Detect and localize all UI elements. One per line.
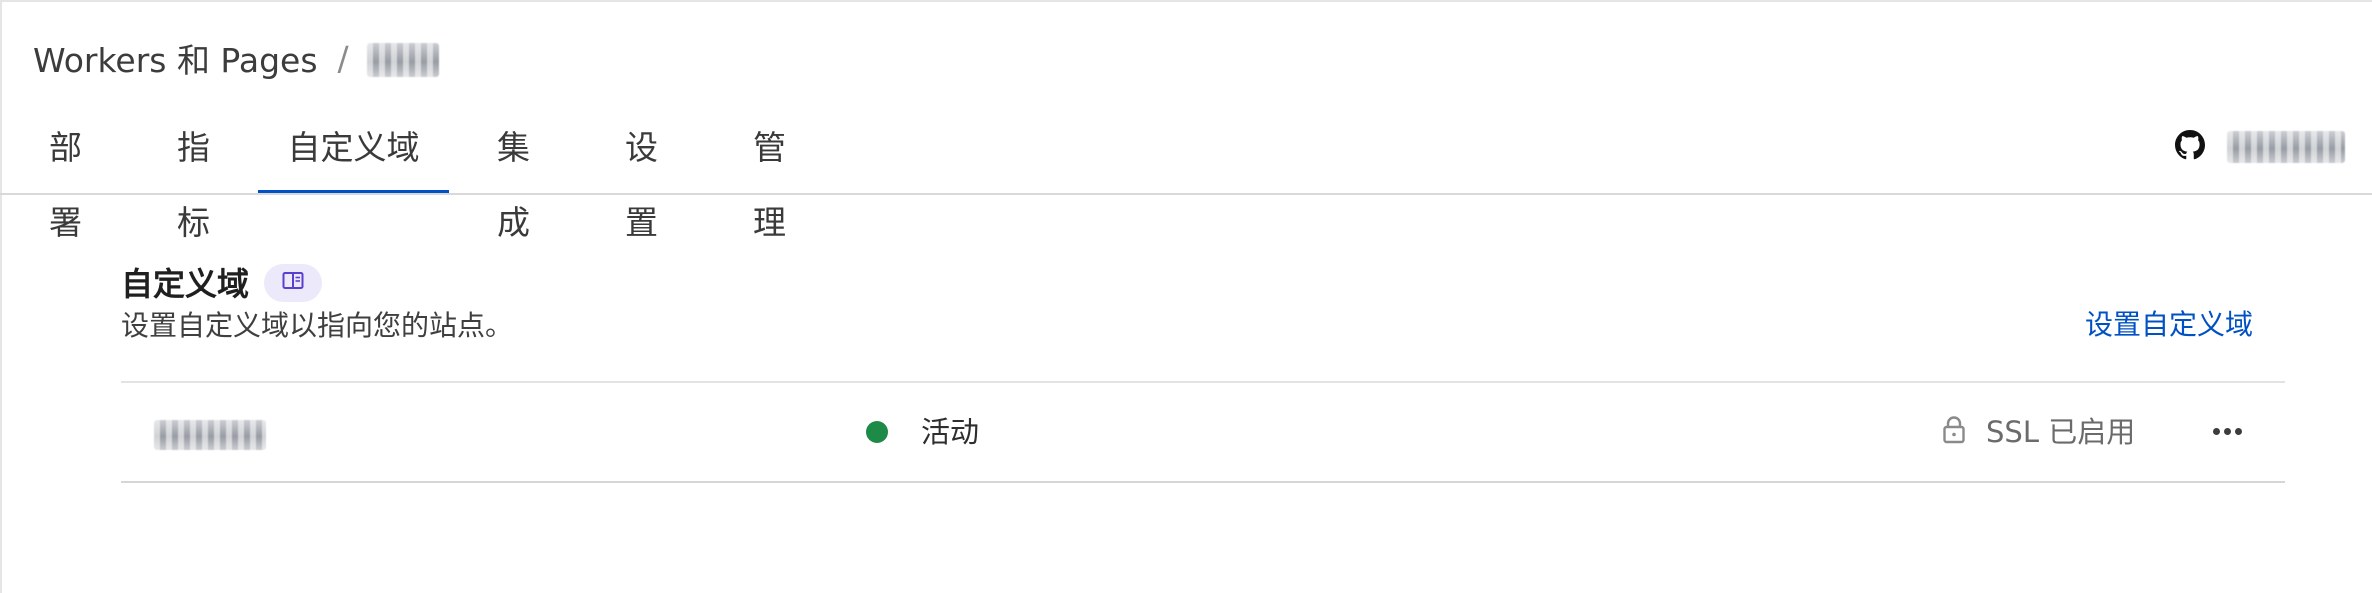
github-repo-link[interactable] bbox=[2175, 127, 2345, 167]
domain-status: 活动 bbox=[921, 415, 980, 449]
github-icon bbox=[2175, 130, 2205, 164]
breadcrumb: Workers 和 Pages / bbox=[33, 30, 439, 86]
book-icon bbox=[282, 271, 304, 295]
tab-bar: 部署 指标 自定义域 集成 设置 管理 bbox=[0, 110, 1000, 242]
tabs-divider bbox=[0, 193, 2372, 195]
status-dot-icon bbox=[866, 421, 888, 443]
tab-settings[interactable]: 设置 bbox=[609, 110, 674, 242]
tab-integrations[interactable]: 集成 bbox=[481, 110, 546, 242]
table-bottom-divider bbox=[121, 481, 2285, 483]
tab-deployments[interactable]: 部署 bbox=[33, 110, 98, 242]
tab-custom-domains[interactable]: 自定义域 bbox=[258, 110, 449, 194]
section-description: 设置自定义域以指向您的站点。 bbox=[121, 309, 514, 342]
window-border-left bbox=[0, 0, 2, 593]
ssl-status: SSL 已启用 bbox=[1986, 415, 2136, 449]
tab-manage[interactable]: 管理 bbox=[737, 110, 802, 242]
documentation-button[interactable] bbox=[264, 264, 322, 302]
lock-icon bbox=[1942, 415, 1966, 445]
window-border-top bbox=[0, 0, 2372, 2]
domain-name-redacted[interactable] bbox=[154, 420, 266, 450]
more-icon-dot bbox=[2223, 427, 2231, 435]
more-icon-dot bbox=[2212, 427, 2220, 435]
breadcrumb-project-name-redacted bbox=[366, 43, 439, 77]
tab-metrics[interactable]: 指标 bbox=[161, 110, 226, 242]
more-actions-button[interactable] bbox=[2202, 411, 2252, 451]
domain-row: 活动 SSL 已启用 bbox=[121, 383, 2285, 481]
setup-custom-domain-link[interactable]: 设置自定义域 bbox=[2085, 305, 2253, 345]
repo-name-redacted bbox=[2227, 131, 2345, 163]
more-icon-dot bbox=[2234, 427, 2242, 435]
section-title: 自定义域 bbox=[121, 265, 250, 303]
breadcrumb-workers-pages[interactable]: Workers 和 Pages bbox=[33, 34, 318, 82]
breadcrumb-separator: / bbox=[337, 38, 349, 78]
